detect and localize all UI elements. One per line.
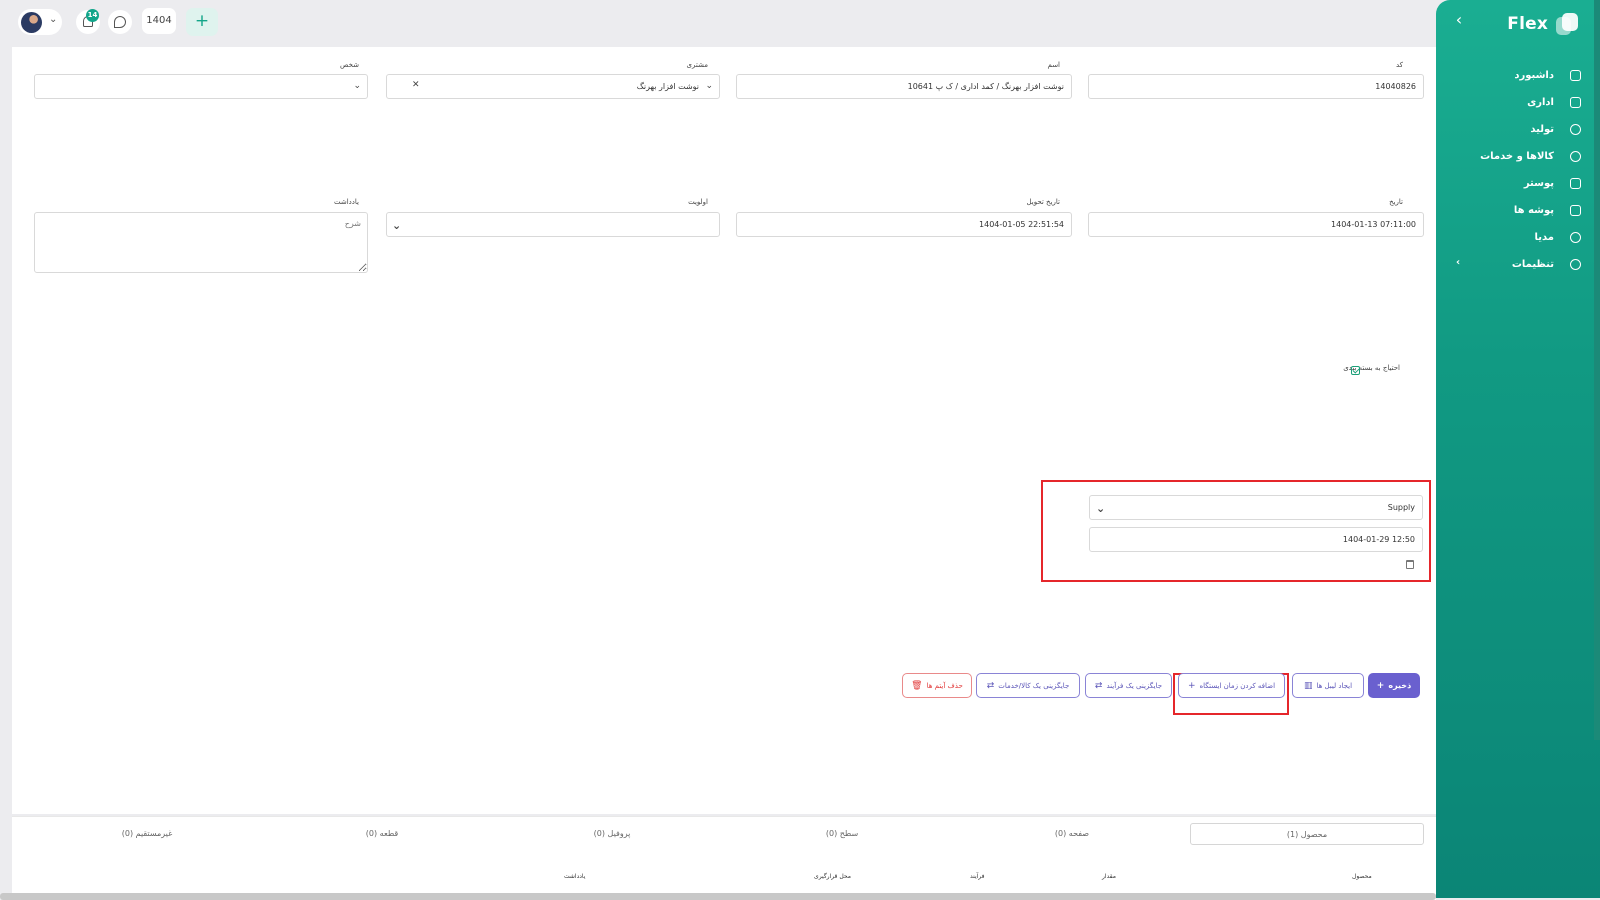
customer-select[interactable]: ⌄ نوشت افزار بهرنگ ✕ (386, 74, 720, 99)
person-label: شخص (340, 61, 359, 69)
tab-profile[interactable]: پروفیل (0) (562, 823, 662, 845)
chevron-down-icon: ⌄ (392, 219, 402, 232)
sidebar-item-label: مدیا (1534, 232, 1554, 243)
column-header[interactable]: فرآیند (970, 873, 984, 880)
notification-count-badge: 14 (86, 9, 99, 22)
folder-icon (1570, 205, 1581, 216)
chevron-left-icon[interactable]: ‹ (1450, 12, 1468, 30)
order-form: کد 14040826 اسم نوشت افزار بهرنگ / کمد ا… (12, 47, 1436, 814)
delete-items-button[interactable]: 🗑 حذف آیتم ها (902, 673, 972, 698)
briefcase-icon (1570, 97, 1581, 108)
brand[interactable]: Flex (1507, 13, 1578, 35)
tab-surface[interactable]: سطح (0) (792, 823, 892, 845)
station-type-select[interactable]: ⌄ Supply (1089, 495, 1423, 520)
sidebar-item-media[interactable]: مدیا (1436, 224, 1600, 251)
tab-indirect[interactable]: غیرمستقیم (0) (97, 823, 197, 845)
media-icon (1570, 232, 1581, 243)
replace-process-button[interactable]: ⇄ جایگزینی یک فرآیند (1085, 673, 1172, 698)
page: ⌄ 14 1404 + کد 14040826 اسم نوشت افزار ب… (0, 0, 1600, 900)
notes-label: یادداشت (334, 198, 359, 206)
station-datetime-field[interactable]: 1404-01-29 12:50 (1089, 527, 1423, 552)
sidebar-item-label: پوشه ها (1513, 205, 1554, 216)
person-select[interactable]: ⌄ (34, 74, 368, 99)
column-header[interactable]: یادداشت (564, 873, 585, 880)
chat-button[interactable] (108, 10, 132, 34)
items-panel: محصول (1) صفحه (0) سطح (0) پروفیل (0) قط… (12, 816, 1436, 900)
delivery-date-field[interactable]: 1404-01-05 22:51:54 (736, 212, 1072, 237)
priority-label: اولویت (688, 198, 708, 206)
column-header[interactable]: محصول (1352, 873, 1372, 880)
sidebar-menu: داشبورد اداری تولید کالاها و خدمات پوستر… (1436, 62, 1600, 278)
code-label: کد (1395, 61, 1403, 69)
chevron-down-icon: ⌄ (49, 14, 58, 25)
trash-icon[interactable] (1406, 560, 1414, 569)
fiscal-year-selector[interactable]: 1404 (142, 8, 176, 34)
column-header[interactable]: محل قرارگیری (814, 873, 851, 880)
horizontal-scrollbar[interactable] (0, 893, 1436, 900)
sidebar-item-label: تولید (1530, 124, 1554, 135)
sidebar-item-label: اداری (1527, 97, 1554, 108)
sidebar-item-label: پوستر (1523, 178, 1554, 189)
plus-icon: + (1187, 680, 1196, 691)
tab-product[interactable]: محصول (1) (1190, 823, 1424, 845)
plus-icon: + (1376, 680, 1385, 691)
brand-name: Flex (1507, 14, 1548, 34)
chevron-down-icon: ⌄ (353, 81, 361, 91)
vertical-scrollbar[interactable] (1594, 0, 1600, 740)
chevron-down-icon: ⌄ (705, 81, 713, 91)
priority-select[interactable]: ⌄ (386, 212, 720, 237)
trash-icon: 🗑 (911, 680, 923, 691)
box-icon (1570, 151, 1581, 162)
sidebar-item-production[interactable]: تولید (1436, 116, 1600, 143)
sidebar-item-label: تنظیمات (1511, 259, 1554, 270)
sidebar-item-products[interactable]: کالاها و خدمات (1436, 143, 1600, 170)
name-label: اسم (1047, 61, 1060, 69)
name-field[interactable]: نوشت افزار بهرنگ / کمد اداری / ک پ 10641 (736, 74, 1072, 99)
tab-part[interactable]: قطعه (0) (332, 823, 432, 845)
sidebar-item-poster[interactable]: پوستر (1436, 170, 1600, 197)
date-label: تاریخ (1389, 198, 1403, 206)
sidebar-item-label: کالاها و خدمات (1480, 151, 1554, 162)
notes-textarea[interactable] (34, 212, 368, 273)
factory-icon (1570, 124, 1581, 135)
logo-icon (1556, 13, 1578, 35)
add-station-time-button[interactable]: + اضافه کردن زمان ایستگاه (1178, 673, 1285, 698)
quick-add-button[interactable]: + (186, 8, 218, 36)
customer-label: مشتری (686, 61, 708, 69)
sidebar-item-label: داشبورد (1514, 70, 1554, 81)
sidebar-item-settings[interactable]: ‹ تنظیمات (1436, 251, 1600, 278)
avatar (21, 12, 42, 33)
code-field[interactable]: 14040826 (1088, 74, 1424, 99)
column-header[interactable]: مقدار (1102, 873, 1116, 880)
swap-icon: ⇄ (1094, 680, 1103, 691)
clear-icon[interactable]: ✕ (412, 80, 420, 90)
user-menu[interactable]: ⌄ (18, 9, 62, 35)
sidebar-item-office[interactable]: اداری (1436, 89, 1600, 116)
save-button[interactable]: + ذخیره (1368, 673, 1420, 698)
replace-product-button[interactable]: ⇄ جایگزینی یک کالا/خدمات (976, 673, 1080, 698)
top-bar: ⌄ 14 1404 + (0, 0, 1436, 46)
barcode-icon: ▥ (1303, 680, 1313, 691)
tab-sheet[interactable]: صفحه (0) (1022, 823, 1122, 845)
home-icon (1570, 70, 1581, 81)
chat-icon (114, 16, 126, 28)
create-labels-button[interactable]: ▥ ایجاد لیبل ها (1292, 673, 1364, 698)
date-field[interactable]: 1404-01-13 07:11:00 (1088, 212, 1424, 237)
packaging-checkbox[interactable] (1351, 366, 1360, 375)
sidebar-item-dashboard[interactable]: داشبورد (1436, 62, 1600, 89)
chevron-left-icon: ‹ (1456, 257, 1461, 268)
gear-icon (1570, 259, 1581, 270)
image-icon (1570, 178, 1581, 189)
sidebar-item-folders[interactable]: پوشه ها (1436, 197, 1600, 224)
delivery-date-label: تاریخ تحویل (1026, 198, 1061, 206)
chevron-down-icon: ⌄ (1096, 502, 1106, 515)
sidebar: ‹ Flex داشبورد اداری تولید کالاها و خدما… (1436, 0, 1600, 898)
swap-icon: ⇄ (986, 680, 995, 691)
